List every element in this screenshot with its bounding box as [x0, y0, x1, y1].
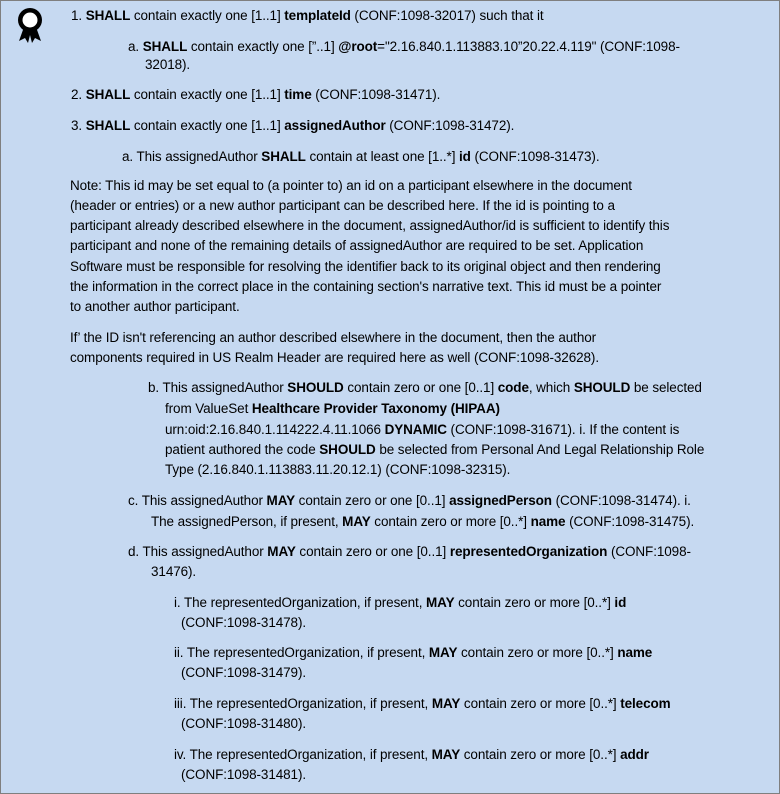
note-line: (header or entries) or a new author part… — [70, 198, 615, 213]
sub-item-ii-conf: (CONF:1098-31479). — [181, 665, 307, 680]
sub-item-iii-conf: (CONF:1098-31480). — [181, 716, 307, 731]
note-line: to another author participant. — [70, 299, 240, 314]
sub-item-ii: ii. The representedOrganization, if pres… — [174, 645, 653, 660]
award-ribbon-icon — [18, 8, 42, 43]
note-line: Note: This id may be set equal to (a poi… — [70, 178, 632, 193]
sub-item-iv-conf: (CONF:1098-31481). — [181, 767, 307, 782]
item-1a: a. SHALL contain exactly one [”..1] @roo… — [128, 39, 680, 54]
item-3b-line5: Type (2.16.840.1.113883.11.20.12.1) (CON… — [165, 462, 511, 477]
item-3b-line4: patient authored the code SHOULD be sele… — [165, 442, 705, 457]
item-3: 3. SHALL contain exactly one [1..1] assi… — [71, 118, 515, 133]
note-line: participant already described elsewhere … — [70, 218, 670, 233]
if-note-line: If’ the ID isn't referencing an author d… — [70, 330, 597, 345]
item-3d: d. This assignedAuthor MAY contain zero … — [128, 544, 691, 559]
item-3c-line2: The assignedPerson, if present, MAY cont… — [151, 514, 695, 529]
item-3b: b. This assignedAuthor SHOULD contain ze… — [148, 380, 702, 395]
item-1: 1. SHALL contain exactly one [1..1] temp… — [71, 8, 544, 23]
item-2: 2. SHALL contain exactly one [1..1] time… — [71, 87, 441, 102]
sub-item-i-conf: (CONF:1098-31478). — [181, 615, 307, 630]
sub-item-iii: iii. The representedOrganization, if pre… — [174, 696, 671, 711]
note-line: Software must be responsible for resolvi… — [70, 259, 661, 274]
sub-item-iv: iv. The representedOrganization, if pres… — [174, 747, 649, 762]
sub-item-i: i. The representedOrganization, if prese… — [174, 595, 627, 610]
note-line: participant and none of the remaining de… — [70, 238, 644, 253]
note-line: the information in the correct place in … — [70, 279, 662, 294]
if-note-line: components required in US Realm Header a… — [70, 350, 599, 365]
item-1a-cont: 32018). — [145, 57, 191, 72]
item-3b-line2: from ValueSet Healthcare Provider Taxono… — [165, 401, 500, 416]
item-3b-line3: urn:oid:2.16.840.1.114222.4.11.1066 DYNA… — [165, 422, 680, 437]
item-3d-line2: 31476). — [151, 564, 197, 579]
conformance-panel: 1. SHALL contain exactly one [1..1] temp… — [0, 0, 780, 794]
item-3a: a. This assignedAuthor SHALL contain at … — [122, 149, 600, 164]
item-3c: c. This assignedAuthor MAY contain zero … — [128, 493, 691, 508]
